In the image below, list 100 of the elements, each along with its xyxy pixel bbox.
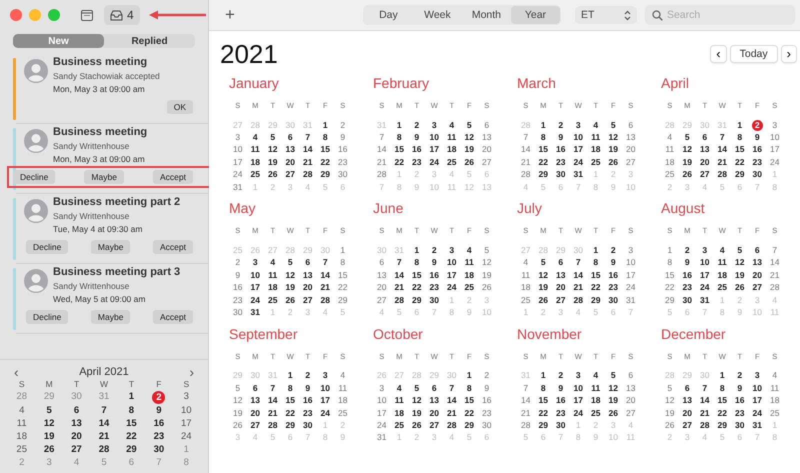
previous-month-button[interactable]: ‹ xyxy=(14,366,19,378)
day-number[interactable]: 30 xyxy=(338,169,348,180)
view-tab[interactable]: Month xyxy=(462,6,511,24)
day-number[interactable]: 23 xyxy=(735,408,744,419)
day-number[interactable]: 21 xyxy=(303,156,312,168)
day-number[interactable]: 4 xyxy=(252,132,258,144)
day-number[interactable]: 15 xyxy=(538,144,548,156)
day-number[interactable]: 10 xyxy=(250,270,260,281)
day-number[interactable]: 15 xyxy=(718,395,727,406)
day-number[interactable]: 7 xyxy=(523,382,528,394)
day-number[interactable]: 15 xyxy=(320,144,330,156)
day-number[interactable]: 17 xyxy=(180,418,192,430)
day-number[interactable]: 18 xyxy=(665,156,674,168)
day-number[interactable]: 18 xyxy=(268,282,278,294)
day-number[interactable]: 31 xyxy=(752,420,762,431)
day-number[interactable]: 23 xyxy=(303,408,312,419)
day-number[interactable]: 25 xyxy=(16,444,27,456)
day-number[interactable]: 31 xyxy=(233,182,242,193)
day-number[interactable]: 22 xyxy=(718,408,727,419)
day-number[interactable]: 26 xyxy=(608,156,618,168)
day-number[interactable]: 6 xyxy=(379,257,384,268)
day-number[interactable]: 13 xyxy=(430,395,439,406)
day-number[interactable]: 28 xyxy=(377,169,386,180)
day-number[interactable]: 7 xyxy=(379,132,384,144)
day-number[interactable]: 1 xyxy=(396,120,402,131)
day-number[interactable]: 23 xyxy=(556,156,566,168)
day-number[interactable]: 4 xyxy=(466,245,472,256)
day-number[interactable]: 1 xyxy=(540,120,546,131)
day-number[interactable]: 1 xyxy=(288,370,293,382)
day-number[interactable]: 19 xyxy=(482,270,492,281)
day-number[interactable]: 20 xyxy=(286,156,295,168)
day-number[interactable]: 16 xyxy=(482,395,492,406)
day-number[interactable]: 11 xyxy=(447,132,456,144)
day-number[interactable]: 31 xyxy=(700,294,710,306)
day-number[interactable]: 8 xyxy=(737,132,742,144)
today-button[interactable]: Today xyxy=(730,45,778,63)
day-number[interactable]: 11 xyxy=(591,132,600,144)
day-number[interactable]: 20 xyxy=(682,408,692,419)
day-number[interactable]: 21 xyxy=(770,270,780,281)
day-number[interactable]: 30 xyxy=(303,420,312,431)
day-number[interactable]: 21 xyxy=(718,156,727,168)
day-number[interactable]: 14 xyxy=(303,144,312,156)
day-number[interactable]: 28 xyxy=(320,294,330,306)
day-number[interactable]: 2 xyxy=(484,370,490,382)
day-number[interactable]: 24 xyxy=(626,282,636,294)
day-number[interactable]: 16 xyxy=(752,144,762,156)
day-number[interactable]: 6 xyxy=(288,132,293,144)
day-number[interactable]: 4 xyxy=(593,120,598,131)
day-number[interactable]: 24 xyxy=(752,408,762,419)
day-number[interactable]: 8 xyxy=(540,132,546,144)
day-number[interactable]: 19 xyxy=(608,144,618,156)
day-number[interactable]: 9 xyxy=(235,270,240,281)
day-number[interactable]: 11 xyxy=(464,257,474,268)
day-number[interactable]: 30 xyxy=(752,169,762,180)
day-number[interactable]: 25 xyxy=(394,420,404,431)
day-number[interactable]: 18 xyxy=(718,270,727,281)
day-number[interactable]: 10 xyxy=(574,382,583,394)
day-number[interactable]: 20 xyxy=(482,144,492,156)
day-number[interactable]: 10 xyxy=(700,257,710,268)
day-number[interactable]: 14 xyxy=(377,144,386,156)
day-number[interactable]: 4 xyxy=(593,370,598,382)
day-number[interactable]: 23 xyxy=(154,431,164,444)
day-number[interactable]: 25 xyxy=(464,282,474,294)
day-number[interactable]: 27 xyxy=(250,420,260,431)
day-number[interactable]: 23 xyxy=(752,156,762,168)
day-number[interactable]: 9 xyxy=(684,257,690,268)
day-number[interactable]: 26 xyxy=(286,294,295,306)
day-number[interactable]: 24 xyxy=(233,169,242,180)
day-number[interactable]: 9 xyxy=(414,132,420,144)
day-number[interactable]: 8 xyxy=(288,382,293,394)
day-number[interactable]: 7 xyxy=(702,382,708,394)
day-number[interactable]: 9 xyxy=(484,382,490,394)
day-number[interactable]: 15 xyxy=(735,144,744,156)
day-number[interactable]: 15 xyxy=(538,395,548,406)
day-number[interactable]: 12 xyxy=(608,382,618,394)
day-number[interactable]: 17 xyxy=(377,408,386,419)
day-number[interactable]: 25 xyxy=(770,408,780,419)
day-number[interactable]: 20 xyxy=(556,282,566,294)
day-number[interactable]: 17 xyxy=(626,270,636,281)
day-number[interactable]: 28 xyxy=(303,169,312,180)
day-number[interactable]: 12 xyxy=(233,395,242,406)
day-number[interactable]: 21 xyxy=(98,431,110,444)
view-tab[interactable]: Year xyxy=(510,6,560,24)
day-number[interactable]: 5 xyxy=(235,382,240,394)
day-number[interactable]: 7 xyxy=(322,257,328,268)
day-number[interactable]: 7 xyxy=(449,382,454,394)
day-number[interactable]: 13 xyxy=(626,382,636,394)
day-number[interactable]: 11 xyxy=(16,418,27,430)
day-number[interactable]: 3 xyxy=(184,391,189,404)
day-number[interactable]: 16 xyxy=(233,282,242,294)
day-number[interactable]: 19 xyxy=(286,282,295,294)
day-number[interactable]: 19 xyxy=(608,395,618,406)
day-number[interactable]: 5 xyxy=(610,120,616,131)
day-number[interactable]: 2 xyxy=(737,370,742,382)
day-number[interactable]: 28 xyxy=(770,282,780,294)
day-number[interactable]: 9 xyxy=(558,382,564,394)
day-number[interactable]: 7 xyxy=(101,404,107,417)
day-number[interactable]: 29 xyxy=(412,294,422,306)
day-number[interactable]: 25 xyxy=(665,169,674,180)
day-number[interactable]: 31 xyxy=(377,432,386,444)
